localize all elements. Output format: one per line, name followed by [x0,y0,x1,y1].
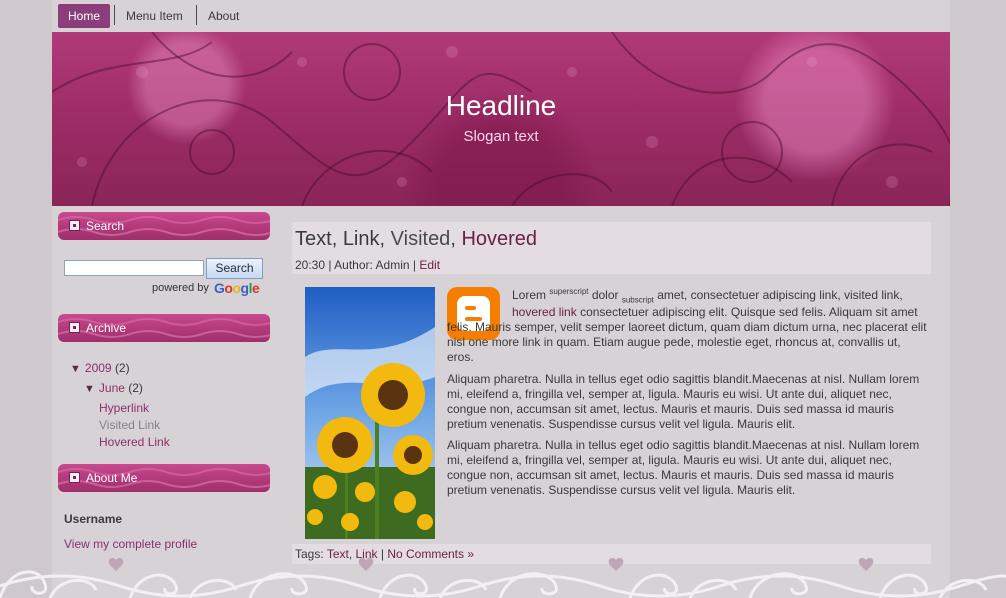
title-separator: , [450,228,462,250]
text: Lorem [512,288,547,302]
title-visited[interactable]: Visited [391,228,451,250]
archive-widget-title: Archive [58,314,270,342]
title-separator: , [331,228,343,250]
header-banner: Headline Slogan text [52,32,950,206]
nav-home[interactable]: Home [58,4,110,28]
headline[interactable]: Headline [52,90,950,122]
hovered-link[interactable]: hovered link [512,305,577,319]
archive-post-link[interactable]: Hovered Link [99,435,170,449]
profile-link[interactable]: View my complete profile [64,537,197,551]
expand-triangle-icon[interactable]: ▼ [70,363,81,375]
paragraph-2: Aliquam pharetra. Nulla in tellus eget o… [447,372,920,431]
title-separator: , [379,228,391,250]
post-body: Lorem superscript dolor subscript amet, … [292,274,931,544]
author-name: Admin [375,258,410,272]
post-header: Text, Link, Visited, Hovered 20:30 | Aut… [292,222,931,274]
slogan: Slogan text [463,128,539,145]
expand-triangle-icon[interactable]: ▼ [84,383,95,395]
widget-icon [69,220,80,231]
title-text: Text [295,228,332,250]
post-meta: 20:30 | Author: Admin | Edit [295,258,441,272]
title-link[interactable]: Link [343,228,380,250]
about-widget-title: About Me [58,464,270,492]
search-button[interactable]: Search [206,258,263,279]
author-label: Author: [334,258,373,272]
archive-month-link[interactable]: June [99,381,125,395]
paragraph-1: hovered link consectetuer adipiscing eli… [447,305,927,365]
google-logo: Google [214,280,260,296]
archive-year-count: (2) [114,361,130,375]
nav-separator [196,5,197,25]
powered-by-label: powered by [152,282,209,294]
archive-year[interactable]: ▼ 2009 (2) [70,361,130,375]
paragraph-1-line-1: Lorem superscript dolor subscript amet, … [512,284,927,307]
search-widget-title: Search [58,212,270,240]
title-hovered[interactable]: Hovered [461,228,537,250]
archive-month[interactable]: ▼ June (2) [84,381,143,395]
widget-title-label: About Me [86,471,138,485]
archive-month-count: (2) [128,381,143,395]
page-container: Home Menu Item About Headline Slogan tex… [52,0,950,598]
sunflower-image [305,287,435,539]
paragraph-3: Aliquam pharetra. Nulla in tellus eget o… [447,438,920,497]
archive-post-link[interactable]: Hyperlink [99,401,149,415]
top-nav: Home Menu Item About [52,0,950,32]
edit-link[interactable]: Edit [419,258,440,272]
text: dolor [591,288,619,302]
text: amet, consectetuer adipiscing link, visi… [657,288,903,302]
superscript: superscript [549,287,589,296]
nav-menu-item[interactable]: Menu Item [126,4,183,28]
widget-icon [69,322,80,333]
archive-post-link[interactable]: Visited Link [99,418,160,432]
username: Username [64,512,123,526]
subscript: subscript [621,295,654,305]
footer-swirl-decoration [0,557,1006,598]
search-input[interactable] [64,260,204,276]
widget-title-label: Archive [86,321,127,335]
post-time: 20:30 [295,258,326,272]
nav-separator [114,5,115,25]
archive-year-link[interactable]: 2009 [85,361,112,375]
post-title: Text, Link, Visited, Hovered [295,228,537,251]
widget-icon [69,472,80,483]
widget-title-label: Search [86,219,125,233]
nav-about[interactable]: About [208,4,239,28]
